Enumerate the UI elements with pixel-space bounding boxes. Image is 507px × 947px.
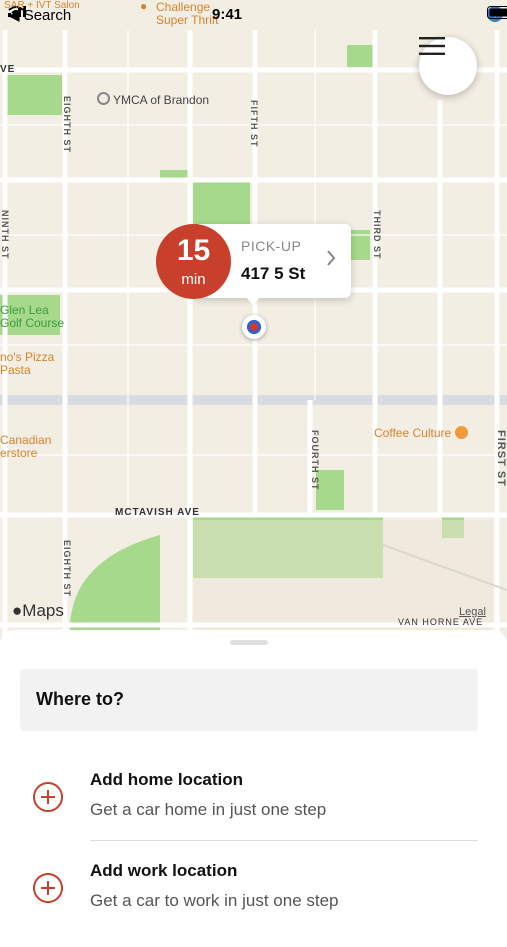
street-first: FIRST ST (495, 430, 507, 487)
add-home-location-item[interactable]: Add home location Get a car home in just… (0, 770, 507, 856)
apple-icon: ● (12, 601, 22, 620)
map-label-coffee: Coffee Culture (374, 426, 468, 440)
street-ninth: NINTH ST (0, 210, 10, 260)
eta-unit: min (156, 271, 231, 288)
map-view[interactable]: ◀ Search ● Challenge Super Thrift 9:41 S… (0, 0, 507, 640)
callout-tail (245, 296, 261, 305)
map-label-challenge: Challenge Super Thrift (156, 1, 218, 27)
map-label-canadian: Canadian erstore (0, 434, 51, 460)
current-location-pin (242, 315, 266, 339)
poi-icon: ● (140, 0, 147, 13)
sheet-grabber[interactable] (230, 640, 268, 645)
add-home-subtitle: Get a car home in just one step (90, 800, 326, 820)
apple-maps-logo: ●Maps (12, 601, 64, 621)
add-work-location-item[interactable]: Add work location Get a car to work in j… (0, 861, 507, 947)
street-fifth: FIFTH ST (249, 100, 259, 148)
street-fourth: FOURTH ST (310, 430, 320, 491)
add-home-title: Add home location (90, 770, 243, 790)
coffee-icon (455, 426, 468, 439)
pickup-address: 417 5 St (241, 264, 305, 284)
map-label-pizza: no's Pizza Pasta (0, 351, 54, 377)
add-work-title: Add work location (90, 861, 237, 881)
plus-circle-icon (33, 873, 63, 903)
divider (90, 840, 478, 841)
plus-circle-icon (33, 782, 63, 812)
street-mctavish: MCTAVISH AVE (115, 507, 200, 518)
street-eighth-south: EIGHTH ST (62, 540, 72, 597)
pickup-callout[interactable]: 15 min PICK-UP 417 5 St (156, 224, 351, 298)
where-to-label: Where to? (36, 689, 124, 710)
street-van-horne: VAN HORNE AVE (398, 617, 483, 627)
eta-badge: 15 min (156, 224, 231, 299)
map-label-glen-lea: Glen Lea Golf Course (0, 304, 64, 330)
map-label-salon: SAR + IVT Salon (4, 0, 80, 11)
map-label-ymca: YMCA of Brandon (97, 92, 209, 107)
clock: 9:41 (212, 6, 242, 23)
poi-circle-icon (97, 92, 110, 105)
add-work-subtitle: Get a car to work in just one step (90, 891, 339, 911)
street-ave: VE (0, 64, 15, 75)
menu-button[interactable] (419, 37, 477, 95)
where-to-input[interactable]: Where to? (20, 669, 478, 731)
bottom-sheet: Where to? Add home location Get a car ho… (0, 630, 507, 900)
legal-link[interactable]: Legal (459, 606, 486, 618)
street-eighth: EIGHTH ST (62, 96, 72, 153)
street-third: THIRD ST (372, 210, 382, 260)
pickup-label: PICK-UP (241, 238, 301, 254)
eta-number: 15 (156, 234, 231, 268)
